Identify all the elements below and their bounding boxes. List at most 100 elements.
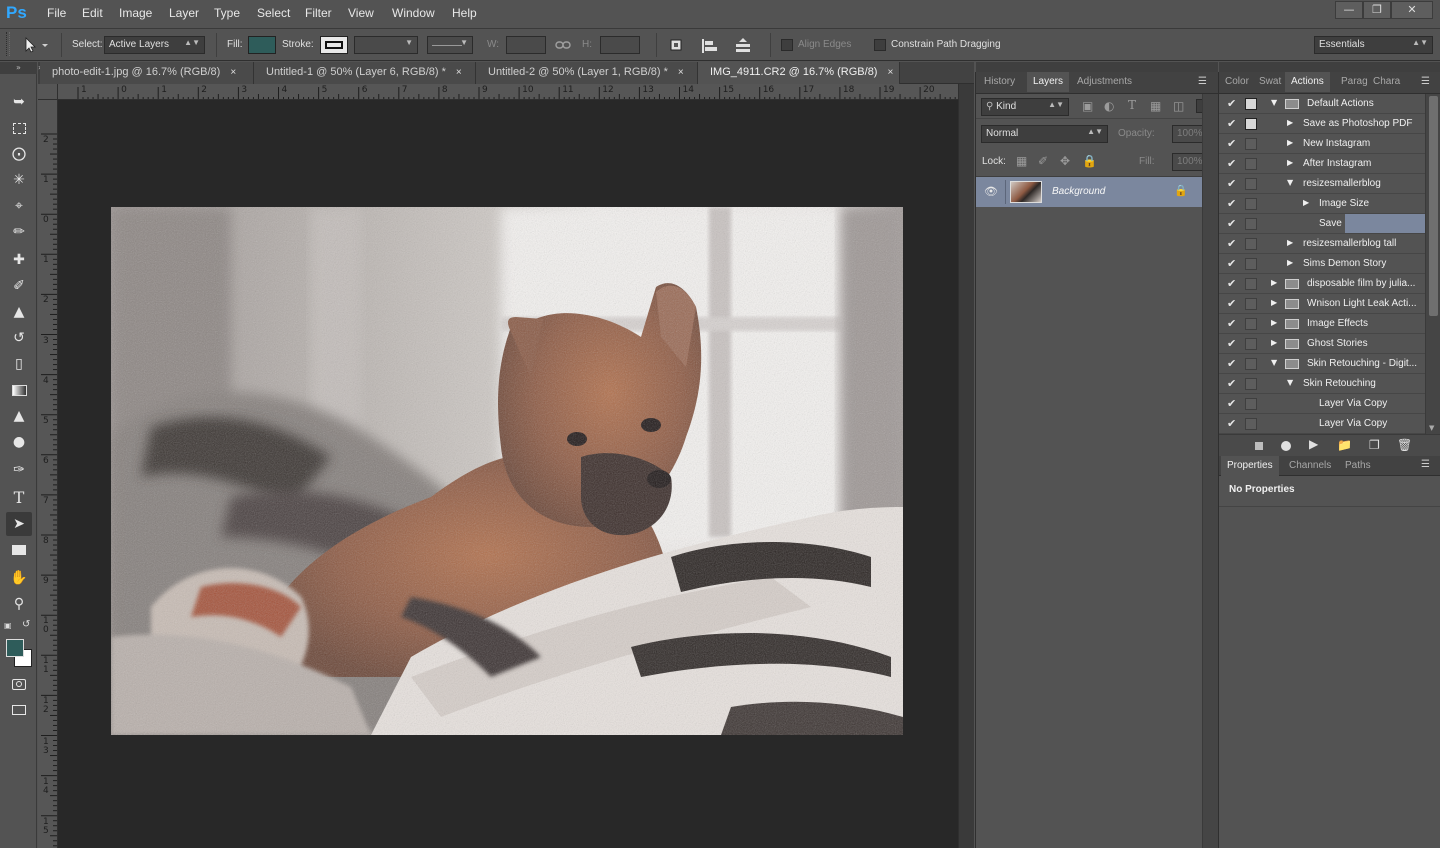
default-colors-icon[interactable]: ▣ <box>4 621 13 630</box>
toggle-item-checkmark-icon[interactable]: ✔ <box>1227 97 1236 110</box>
expand-triangle-icon[interactable]: ▶ <box>1287 158 1293 167</box>
menu-file[interactable]: File <box>47 6 66 20</box>
toggle-item-checkmark-icon[interactable]: ✔ <box>1227 277 1236 290</box>
path-selection-tool-icon[interactable]: ➤ <box>6 512 32 536</box>
menu-help[interactable]: Help <box>452 6 477 20</box>
options-grip[interactable] <box>6 32 10 56</box>
actions-scrollbar[interactable]: ▼ <box>1425 94 1440 434</box>
close-tab-icon[interactable]: × <box>230 67 236 78</box>
toggle-dialog-box[interactable] <box>1245 258 1257 270</box>
zoom-tool-icon[interactable]: ⚲ <box>6 592 32 616</box>
lock-position-icon[interactable]: ✥ <box>1060 154 1070 168</box>
toggle-item-checkmark-icon[interactable]: ✔ <box>1227 137 1236 150</box>
tab-properties[interactable]: Properties <box>1221 456 1279 476</box>
action-row[interactable]: ✔ ▶ Image Size <box>1219 194 1425 214</box>
lock-image-icon[interactable]: ✐ <box>1038 154 1048 168</box>
tab-channels[interactable]: Channels <box>1283 456 1337 476</box>
menu-view[interactable]: View <box>348 6 374 20</box>
toggle-item-checkmark-icon[interactable]: ✔ <box>1227 257 1236 270</box>
expand-triangle-icon[interactable]: ▶ <box>1287 138 1293 147</box>
action-row[interactable]: ✔ Layer Via Copy <box>1219 414 1425 434</box>
align-edges-checkbox[interactable] <box>781 39 793 51</box>
foreground-color-swatch[interactable] <box>6 639 24 657</box>
toggle-item-checkmark-icon[interactable]: ✔ <box>1227 177 1236 190</box>
tab-history[interactable]: History <box>978 72 1021 92</box>
action-row[interactable]: ✔ ▶ Sims Demon Story <box>1219 254 1425 274</box>
menu-window[interactable]: Window <box>392 6 435 20</box>
marquee-tool-icon[interactable] <box>6 116 32 140</box>
menu-select[interactable]: Select <box>257 6 290 20</box>
healing-brush-tool-icon[interactable]: ✚ <box>6 248 32 272</box>
action-set-row[interactable]: ✔ ▼ Default Actions <box>1219 94 1425 114</box>
record-icon[interactable] <box>1281 441 1291 451</box>
menu-filter[interactable]: Filter <box>305 6 332 20</box>
action-set-row[interactable]: ✔ ▶ disposable film by julia... <box>1219 274 1425 294</box>
tab-img-4911[interactable]: IMG_4911.CR2 @ 16.7% (RGB/8) × <box>698 62 900 84</box>
toggle-dialog-box[interactable] <box>1245 318 1257 330</box>
panel-menu-icon[interactable]: ☰ <box>1198 76 1207 87</box>
blend-mode-dropdown[interactable]: Normal ▲▼ <box>981 125 1108 143</box>
tab-layers[interactable]: Layers <box>1027 72 1070 92</box>
pen-tool-icon[interactable]: ✑ <box>6 458 32 482</box>
toggle-dialog-icon[interactable] <box>1245 98 1257 110</box>
toggle-dialog-box[interactable] <box>1245 378 1257 390</box>
toggle-item-checkmark-icon[interactable]: ✔ <box>1227 337 1236 350</box>
toggle-item-checkmark-icon[interactable]: ✔ <box>1227 317 1236 330</box>
path-selection-tool-icon[interactable] <box>22 36 48 54</box>
tab-untitled-2[interactable]: Untitled-2 @ 50% (Layer 1, RGB/8) * × <box>476 62 698 84</box>
horizontal-ruler[interactable]: 1 0 1 2 3 4 5 6 7 8 9 10 11 12 13 14 15 16 17 18 19 20 <box>58 84 958 100</box>
fill-swatch[interactable] <box>248 36 276 54</box>
toggle-item-checkmark-icon[interactable]: ✔ <box>1227 237 1236 250</box>
type-filter-icon[interactable]: T <box>1128 98 1136 112</box>
toggle-item-checkmark-icon[interactable]: ✔ <box>1227 417 1236 430</box>
stroke-width-dropdown[interactable]: ▼ <box>354 36 418 54</box>
toggle-dialog-box[interactable] <box>1245 338 1257 350</box>
stop-recording-icon[interactable] <box>1255 442 1263 450</box>
toggle-dialog-box[interactable] <box>1245 238 1257 250</box>
expand-triangle-icon[interactable]: ▶ <box>1287 258 1293 267</box>
move-tool-icon[interactable]: ➥ <box>6 90 32 114</box>
tab-character[interactable]: Chara <box>1369 72 1404 92</box>
lasso-tool-icon[interactable]: ⨀ <box>6 142 32 166</box>
action-set-row[interactable]: ✔ ▶ Ghost Stories <box>1219 334 1425 354</box>
brush-tool-icon[interactable]: ✐ <box>6 274 32 298</box>
action-row[interactable]: ✔ ▶ resizesmallerblog tall <box>1219 234 1425 254</box>
menu-type[interactable]: Type <box>214 6 240 20</box>
restore-button[interactable]: ❐ <box>1363 1 1391 19</box>
menu-layer[interactable]: Layer <box>169 6 199 20</box>
select-dropdown[interactable]: Active Layers ▲▼ <box>104 36 205 54</box>
adjustment-filter-icon[interactable]: ◐ <box>1104 99 1114 113</box>
collapse-triangle-icon[interactable]: ▼ <box>1271 98 1277 107</box>
hand-tool-icon[interactable]: ✋ <box>6 566 32 590</box>
play-icon[interactable]: ▶ <box>1309 437 1318 451</box>
toggle-dialog-box[interactable] <box>1245 278 1257 290</box>
tab-paragraph[interactable]: Parag <box>1337 72 1372 92</box>
crop-tool-icon[interactable]: ⌖ <box>6 194 32 218</box>
layer-row-background[interactable]: 👁 Background 🔒 <box>976 177 1202 207</box>
collapse-triangle-icon[interactable]: ▼ <box>1271 358 1277 367</box>
path-operations-icon[interactable] <box>668 37 686 55</box>
expand-triangle-icon[interactable]: ▶ <box>1271 298 1277 307</box>
tab-adjustments[interactable]: Adjustments <box>1071 72 1138 92</box>
eraser-tool-icon[interactable]: ▯ <box>6 352 32 376</box>
action-row[interactable]: ✔ ▼ resizesmallerblog <box>1219 174 1425 194</box>
screen-mode-icon[interactable] <box>6 698 32 722</box>
toggle-dialog-box[interactable] <box>1245 218 1257 230</box>
gradient-tool-icon[interactable] <box>6 378 32 402</box>
toggle-dialog-box[interactable] <box>1245 298 1257 310</box>
history-brush-tool-icon[interactable]: ↺ <box>6 326 32 350</box>
tab-color[interactable]: Color <box>1221 72 1253 92</box>
expand-triangle-icon[interactable]: ▶ <box>1271 318 1277 327</box>
width-input[interactable] <box>506 36 546 54</box>
collapse-toolbox-icon[interactable]: » <box>0 62 37 74</box>
new-action-icon[interactable]: ❐ <box>1369 438 1380 452</box>
action-row[interactable]: ✔ Layer Via Copy <box>1219 394 1425 414</box>
toggle-item-checkmark-icon[interactable]: ✔ <box>1227 217 1236 230</box>
link-icon[interactable] <box>555 40 571 50</box>
quick-mask-icon[interactable] <box>6 672 32 696</box>
toggle-dialog-box[interactable] <box>1245 138 1257 150</box>
tab-paths[interactable]: Paths <box>1339 456 1377 476</box>
toggle-item-checkmark-icon[interactable]: ✔ <box>1227 397 1236 410</box>
tab-untitled-1[interactable]: Untitled-1 @ 50% (Layer 6, RGB/8) * × <box>254 62 476 84</box>
layers-scrollbar[interactable] <box>1202 94 1218 848</box>
